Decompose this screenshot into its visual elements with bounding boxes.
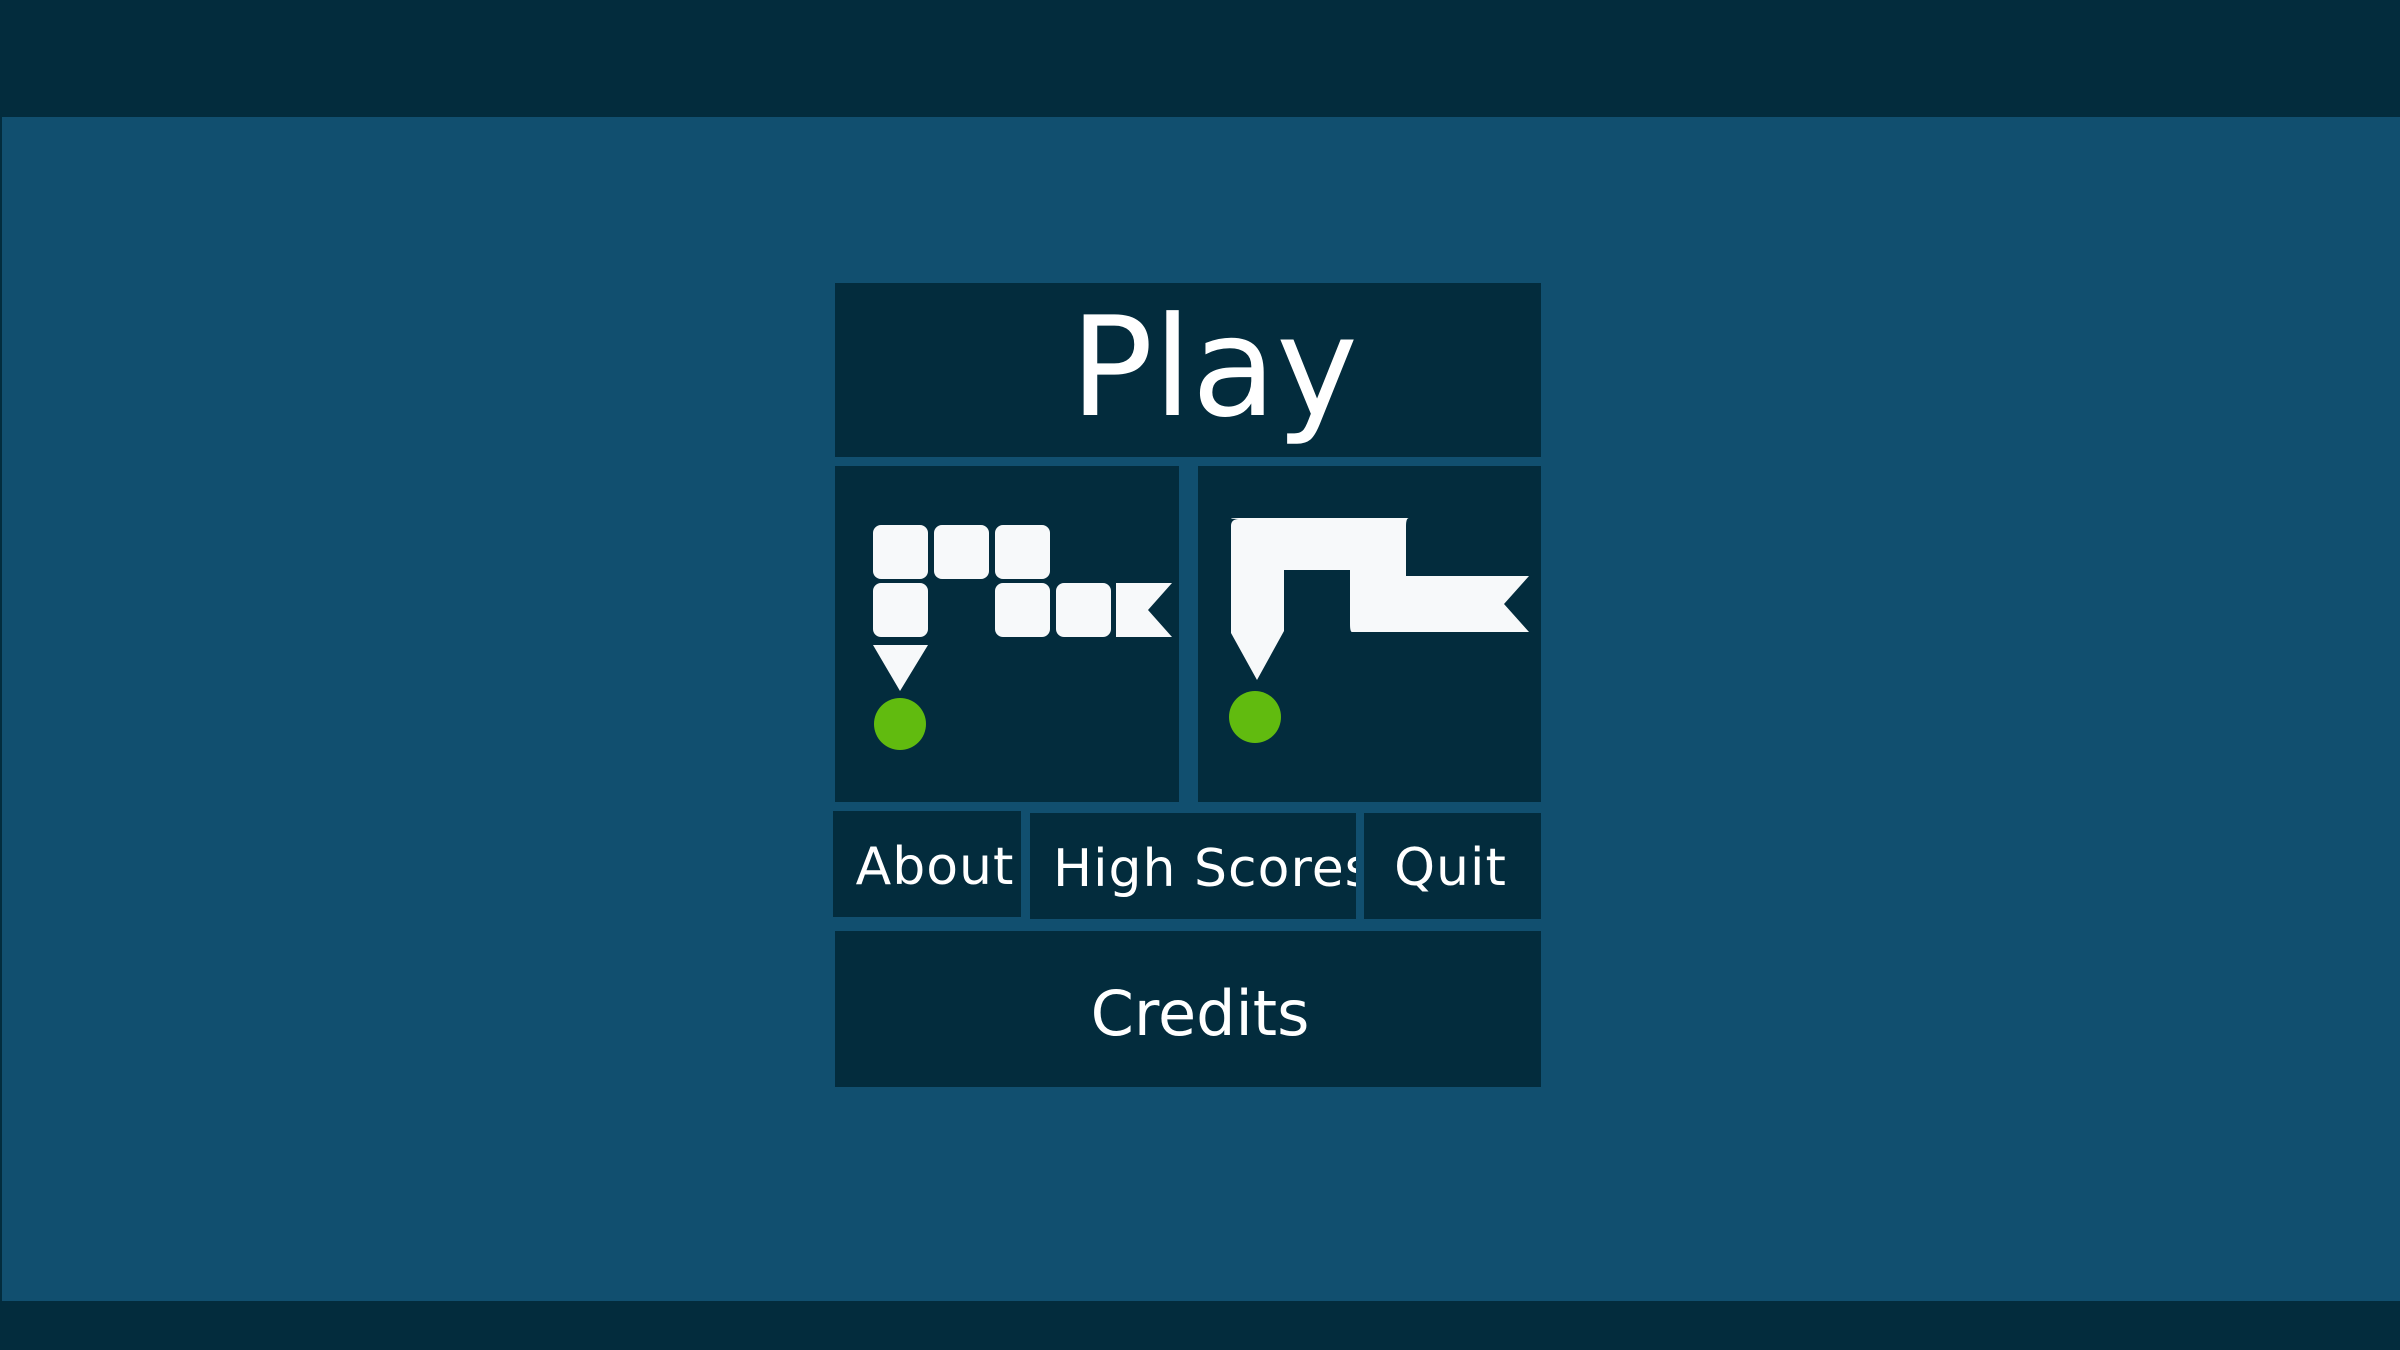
continuous-snake-icon xyxy=(1229,518,1529,743)
play-label: Play xyxy=(1070,287,1358,448)
snake-segment xyxy=(995,525,1050,579)
play-button[interactable]: Play xyxy=(835,283,1541,457)
snake-segment xyxy=(1056,583,1111,637)
snake-segment xyxy=(873,525,928,579)
food-pellet xyxy=(874,698,926,750)
snake-body xyxy=(1231,518,1529,680)
credits-button[interactable]: Credits xyxy=(835,931,1541,1087)
snake-segment xyxy=(934,525,989,579)
quit-label: Quit xyxy=(1394,838,1507,898)
mode-smooth-button[interactable] xyxy=(1198,466,1541,802)
snake-head xyxy=(873,645,928,691)
about-label: About xyxy=(855,837,1015,897)
about-button[interactable]: About xyxy=(833,811,1021,917)
high-scores-label: High Scores xyxy=(1053,839,1356,899)
food-pellet xyxy=(1229,691,1281,743)
mode-blocks-button[interactable] xyxy=(835,466,1179,802)
snake-segment xyxy=(873,583,928,637)
snake-segment xyxy=(995,583,1050,637)
game-window: Play About High Scores Quit Credits xyxy=(0,0,2400,1350)
quit-button[interactable]: Quit xyxy=(1364,813,1541,919)
high-scores-button[interactable]: High Scores xyxy=(1030,813,1356,919)
snake-tail xyxy=(1116,583,1172,637)
segmented-snake-icon xyxy=(873,525,1172,750)
credits-label: Credits xyxy=(1090,976,1310,1050)
